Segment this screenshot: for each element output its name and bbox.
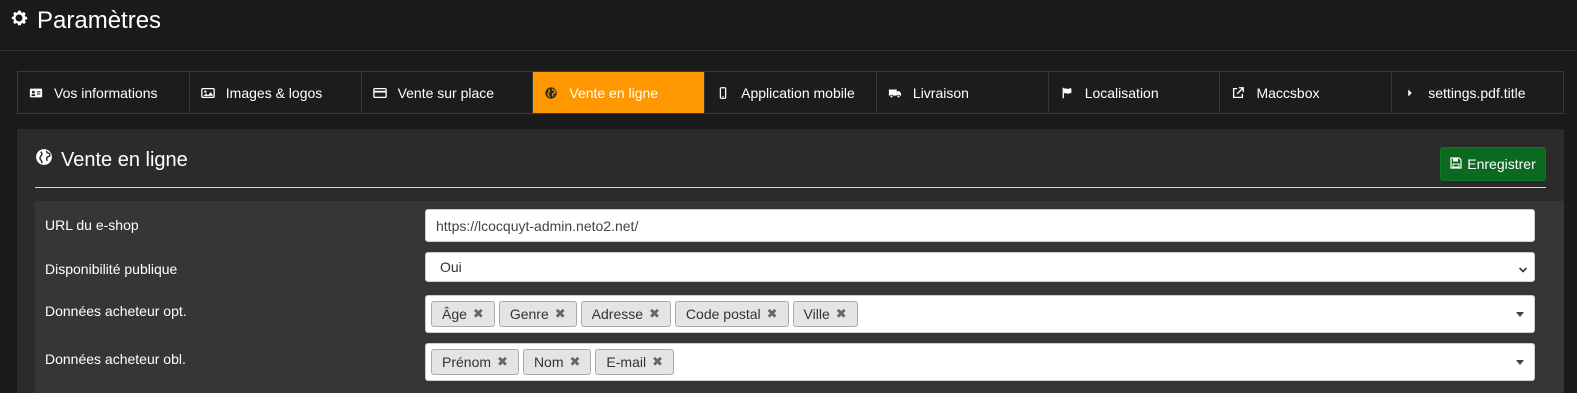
tag-item: Genre ✖: [498, 301, 577, 327]
globe-icon: [543, 85, 559, 101]
availability-select[interactable]: Oui: [425, 252, 1535, 282]
eshop-url-label: URL du e-shop: [45, 217, 139, 233]
save-button[interactable]: Enregistrer: [1440, 147, 1546, 181]
tab-vente-en-ligne[interactable]: Vente en ligne: [533, 72, 706, 113]
tag-item: Ville ✖: [792, 301, 858, 327]
tab-localisation[interactable]: Localisation: [1049, 72, 1221, 113]
tab-livraison[interactable]: Livraison: [877, 72, 1049, 113]
tab-label: Livraison: [912, 84, 969, 101]
settings-tabs: Vos informations Images & logos Vente su…: [17, 71, 1564, 114]
panel-title-text: Vente en ligne: [61, 148, 188, 171]
gear-icon: [9, 7, 29, 35]
tab-images-logos[interactable]: Images & logos: [190, 72, 362, 113]
remove-tag-icon[interactable]: ✖: [652, 354, 663, 370]
tag-label: Âge: [442, 306, 467, 322]
optional-data-label: Données acheteur opt.: [45, 303, 187, 319]
tag-item: Nom ✖: [522, 349, 592, 375]
tab-label: Localisation: [1084, 84, 1159, 101]
globe-icon: [35, 148, 53, 172]
settings-panel: Vente en ligne Enregistrer URL du e-shop…: [17, 129, 1564, 393]
eshop-url-input[interactable]: [425, 209, 1535, 242]
tag-label: Adresse: [591, 306, 644, 322]
tag-label: Genre: [509, 306, 549, 322]
remove-tag-icon[interactable]: ✖: [649, 306, 660, 322]
remove-tag-icon[interactable]: ✖: [836, 306, 847, 322]
tag-label: Nom: [533, 354, 564, 370]
tag-label: Prénom: [442, 354, 492, 370]
tab-label: Vente en ligne: [569, 84, 659, 101]
required-data-label: Données acheteur obl.: [45, 351, 186, 367]
tab-maccsbox[interactable]: Maccsbox: [1220, 72, 1393, 113]
external-link-icon: [1230, 85, 1246, 101]
optional-data-tags[interactable]: Âge ✖ Genre ✖ Adresse ✖ Code postal ✖ Ville ✖: [425, 295, 1535, 333]
panel-header: Vente en ligne Enregistrer: [35, 129, 1546, 188]
dropdown-caret-icon[interactable]: [1516, 360, 1524, 365]
tag-label: E-mail: [606, 354, 647, 370]
page-title-text: Paramètres: [37, 7, 162, 34]
image-icon: [200, 85, 216, 101]
tab-vos-informations[interactable]: Vos informations: [18, 72, 190, 113]
remove-tag-icon[interactable]: ✖: [767, 306, 778, 322]
tab-label: Application mobile: [741, 84, 855, 101]
truck-icon: [887, 85, 903, 101]
tab-label: Vente sur place: [397, 84, 495, 101]
tag-label: Code postal: [685, 306, 761, 322]
tab-vente-sur-place[interactable]: Vente sur place: [362, 72, 534, 113]
form-area: URL du e-shop Disponibilité publique Oui…: [35, 201, 1564, 393]
tab-application-mobile[interactable]: Application mobile: [705, 72, 877, 113]
id-card-icon: [28, 85, 44, 101]
tab-label: Maccsbox: [1256, 84, 1320, 101]
tag-item: Prénom ✖: [431, 349, 519, 375]
page-title: Paramètres: [9, 6, 161, 36]
remove-tag-icon[interactable]: ✖: [497, 354, 508, 370]
tag-item: Code postal ✖: [674, 301, 789, 327]
tag-item: Adresse ✖: [580, 301, 671, 327]
tag-label: Ville: [803, 306, 830, 322]
dropdown-caret-icon[interactable]: [1516, 312, 1524, 317]
tab-settings-pdf[interactable]: settings.pdf.title: [1392, 72, 1563, 113]
tab-label: Images & logos: [225, 84, 323, 101]
mobile-icon: [715, 85, 731, 101]
page-header: Paramètres: [0, 0, 1577, 51]
save-icon: [1450, 156, 1462, 172]
tag-item: Âge ✖: [431, 301, 495, 327]
remove-tag-icon[interactable]: ✖: [473, 306, 484, 322]
panel-title: Vente en ligne: [35, 148, 188, 172]
credit-card-icon: [372, 85, 388, 101]
flag-icon: [1059, 85, 1075, 101]
availability-value: Oui: [440, 259, 462, 275]
tab-label: settings.pdf.title: [1428, 84, 1526, 101]
save-button-label: Enregistrer: [1467, 156, 1536, 172]
caret-right-icon: [1402, 85, 1418, 101]
required-data-tags[interactable]: Prénom ✖ Nom ✖ E-mail ✖: [425, 343, 1535, 381]
availability-label: Disponibilité publique: [45, 261, 178, 277]
chevron-down-icon: [1518, 262, 1528, 273]
tag-item: E-mail ✖: [595, 349, 674, 375]
tab-label: Vos informations: [54, 84, 158, 101]
remove-tag-icon[interactable]: ✖: [570, 354, 581, 370]
remove-tag-icon[interactable]: ✖: [555, 306, 566, 322]
